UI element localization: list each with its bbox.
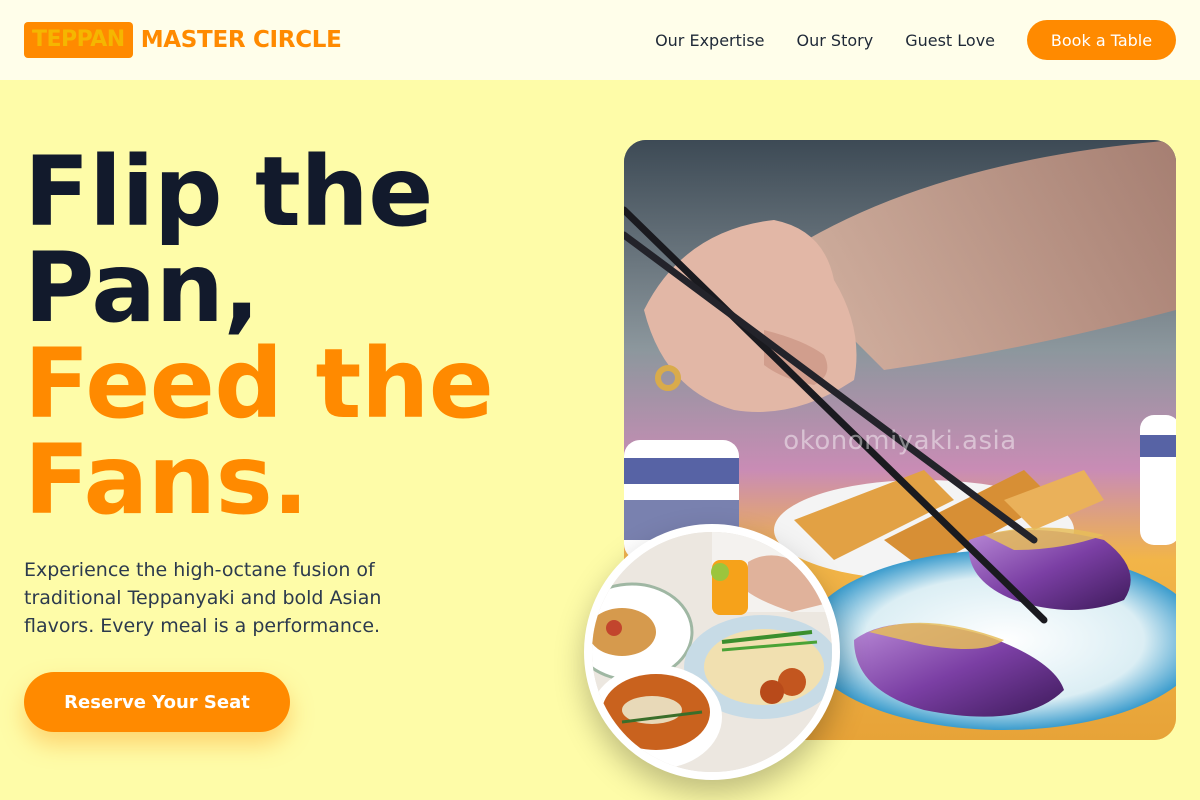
- brand-badge: TEPPAN: [24, 22, 133, 58]
- hero-title-accent-line: Feed the: [24, 328, 494, 440]
- brand-logo[interactable]: TEPPAN MASTER CIRCLE: [24, 22, 342, 58]
- image-watermark: okonomiyaki.asia: [783, 426, 1017, 456]
- hero-title-line: Pan,: [24, 232, 260, 344]
- main-nav: Our Expertise Our Story Guest Love Book …: [623, 20, 1176, 60]
- hero-description: Experience the high-octane fusion of tra…: [24, 559, 382, 637]
- brand-name: MASTER CIRCLE: [140, 27, 342, 53]
- asian-dishes-illustration: [592, 532, 832, 772]
- secondary-food-photo: [584, 524, 840, 780]
- nav-link-guest-love[interactable]: Guest Love: [905, 31, 995, 50]
- hero-title-line: Flip the: [24, 136, 433, 248]
- nav-link-our-story[interactable]: Our Story: [797, 31, 874, 50]
- reserve-seat-button[interactable]: Reserve Your Seat: [24, 672, 290, 732]
- book-table-button[interactable]: Book a Table: [1027, 20, 1176, 60]
- site-header: TEPPAN MASTER CIRCLE Our Expertise Our S…: [0, 0, 1200, 80]
- hero-title: Flip the Pan, Feed the Fans.: [24, 136, 494, 536]
- nav-link-our-expertise[interactable]: Our Expertise: [655, 31, 764, 50]
- hero-title-accent-line: Fans.: [24, 424, 309, 536]
